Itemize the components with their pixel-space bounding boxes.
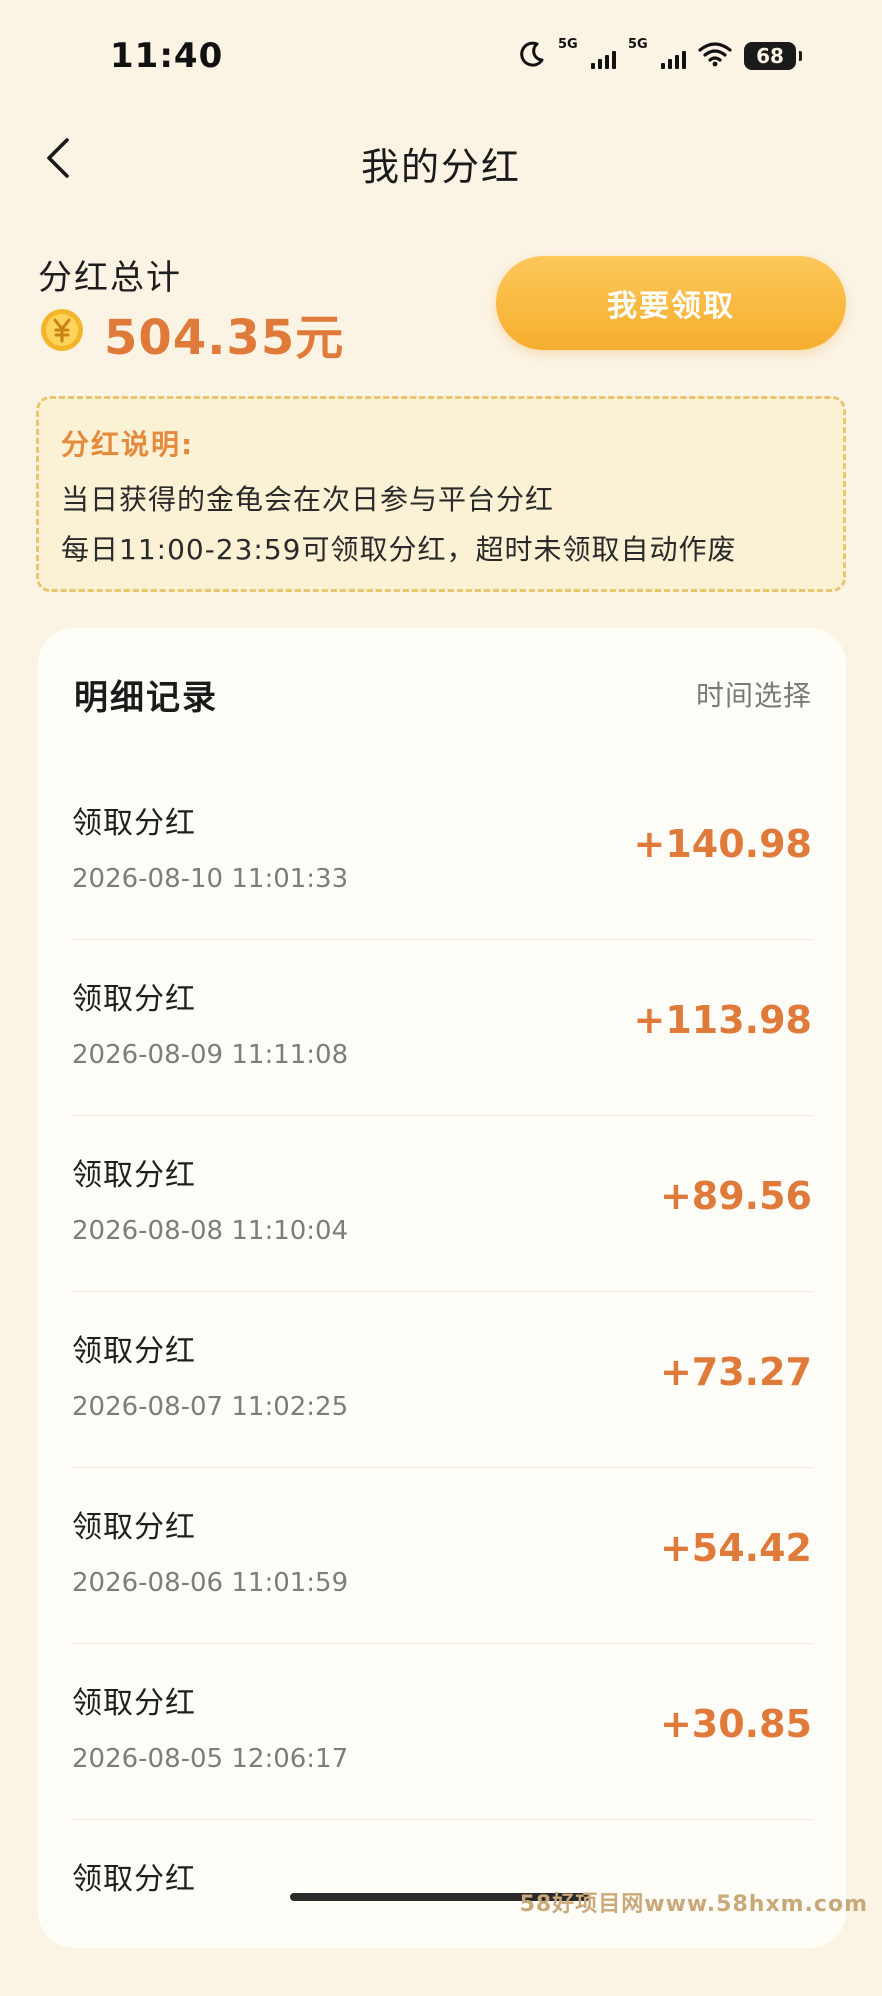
sim1-label: 5G — [558, 37, 578, 52]
page-title: 我的分红 — [360, 145, 521, 189]
record-item: 领取分红 2026-08-06 11:01:59 +54.42 — [38, 1468, 846, 1644]
record-title: 领取分红 — [72, 982, 196, 1017]
record-amount: +140.98 — [633, 822, 812, 866]
notice-line: 每日11:00-23:59可领取分红，超时未领取自动作废 — [61, 533, 737, 566]
notice-title: 分红说明: — [61, 428, 195, 461]
record-list: 领取分红 2026-08-10 11:01:33 +140.98 领取分红 20… — [38, 764, 846, 1996]
status-time: 11:40 — [110, 36, 224, 76]
moon-icon — [518, 40, 546, 72]
status-icons: 5G 5G 68 — [518, 37, 802, 72]
record-time: 2026-08-09 11:11:08 — [72, 1040, 349, 1070]
time-filter-button[interactable]: 时间选择 — [696, 674, 812, 714]
record-time: 2026-08-10 11:01:33 — [72, 864, 349, 894]
battery-icon: 68 — [744, 42, 802, 70]
record-item: 领取分红 2026-08-08 11:10:04 +89.56 — [38, 1116, 846, 1292]
record-title: 领取分红 — [72, 1334, 196, 1369]
sim2-label: 5G — [628, 37, 648, 52]
record-amount: +89.56 — [659, 1174, 812, 1218]
record-time: 2026-08-05 12:06:17 — [72, 1744, 349, 1774]
total-amount: 504.35元 — [104, 310, 345, 366]
record-time: 2026-08-07 11:02:25 — [72, 1392, 349, 1422]
record-item: 领取分红 2026-08-05 12:06:17 +30.85 — [38, 1644, 846, 1820]
record-title: 领取分红 — [72, 1862, 196, 1897]
record-amount: +30.85 — [659, 1702, 812, 1746]
records-card: 明细记录 时间选择 领取分红 2026-08-10 11:01:33 +140.… — [38, 628, 846, 1948]
record-title: 领取分红 — [72, 1510, 196, 1545]
notice-line: 当日获得的金龟会在次日参与平台分红 — [61, 483, 555, 516]
record-amount: +54.42 — [659, 1526, 812, 1570]
record-amount: +113.98 — [633, 998, 812, 1042]
dividend-notice: 分红说明: 当日获得的金龟会在次日参与平台分红 每日11:00-23:59可领取… — [36, 396, 846, 592]
records-title: 明细记录 — [74, 678, 218, 718]
record-amount: +73.27 — [659, 1350, 812, 1394]
record-time: 2026-08-08 11:10:04 — [72, 1216, 349, 1246]
status-bar: 11:40 5G 5G 68 — [0, 0, 882, 110]
record-title: 领取分红 — [72, 1158, 196, 1193]
total-label: 分红总计 — [38, 258, 182, 298]
record-item: 领取分红 2026-08-09 11:11:08 +113.98 — [38, 940, 846, 1116]
record-time: 2026-08-06 11:01:59 — [72, 1568, 349, 1598]
yuan-coin-icon — [40, 308, 84, 352]
wifi-icon — [698, 41, 732, 71]
record-title: 领取分红 — [72, 1686, 196, 1721]
record-item: 领取分红 2026-08-07 11:02:25 +73.27 — [38, 1292, 846, 1468]
watermark: 58好项目网www.58hxm.com — [519, 1892, 868, 1917]
signal-icon: 5G — [628, 37, 686, 71]
record-title: 领取分红 — [72, 806, 196, 841]
record-item: 领取分红 2026-08-10 11:01:33 +140.98 — [38, 764, 846, 940]
claim-button[interactable]: 我要领取 — [496, 256, 846, 350]
signal-icon: 5G — [558, 37, 616, 71]
